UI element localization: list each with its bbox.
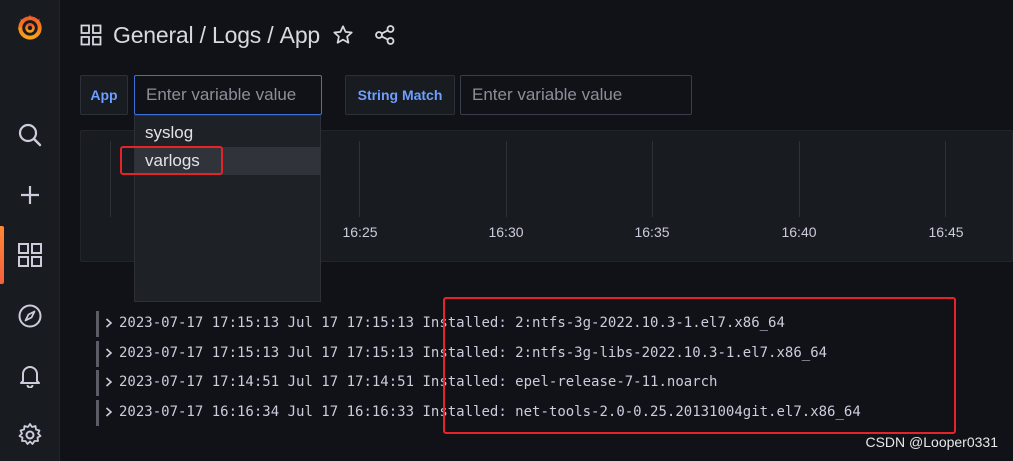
dropdown-option-syslog[interactable]: syslog: [135, 119, 321, 147]
chevron-right-icon[interactable]: [103, 374, 115, 390]
breadcrumb-separator: /: [261, 21, 280, 48]
x-tick-label: 16:40: [781, 224, 817, 240]
chevron-right-icon[interactable]: [103, 404, 115, 420]
highlight-box-option: [120, 146, 223, 175]
dashboards-icon[interactable]: [15, 240, 45, 270]
variable-label-string-match: String Match: [345, 75, 455, 115]
breadcrumb: General / Logs / App: [80, 18, 320, 52]
variable-input-app[interactable]: Enter variable value: [134, 75, 322, 115]
gridline: [359, 141, 360, 217]
log-timestamp: 2023-07-17 17:15:13: [119, 345, 280, 361]
star-button[interactable]: [330, 22, 356, 48]
star-icon: [333, 25, 353, 44]
x-tick-label: 16:30: [488, 224, 524, 240]
gridline: [652, 141, 653, 217]
alerting-bell-icon[interactable]: [15, 360, 45, 390]
log-timestamp: 2023-07-17 16:16:34: [119, 404, 280, 420]
log-level-bar: [96, 341, 99, 367]
log-syslog-time: Jul 17 17:15:13: [287, 315, 415, 331]
breadcrumb-separator: /: [193, 21, 213, 48]
sidebar: [0, 0, 60, 461]
plus-icon[interactable]: [15, 180, 45, 210]
search-icon[interactable]: [15, 120, 45, 150]
log-timestamp: 2023-07-17 17:14:51: [119, 374, 280, 390]
x-tick-label: 16:25: [342, 224, 378, 240]
gridline: [799, 141, 800, 217]
log-syslog-time: Jul 17 16:16:33: [287, 404, 415, 420]
log-timestamp: 2023-07-17 17:15:13: [119, 315, 280, 331]
variable-input-string-match[interactable]: Enter variable value: [460, 75, 692, 115]
highlight-box-log-messages: [443, 297, 956, 434]
configuration-gear-icon[interactable]: [15, 420, 45, 450]
dashboard-title[interactable]: App: [280, 22, 321, 49]
x-tick-label: 16:45: [928, 224, 964, 240]
gridline: [110, 141, 111, 217]
active-indicator: [0, 226, 4, 284]
log-syslog-time: Jul 17 17:14:51: [287, 374, 415, 390]
log-syslog-time: Jul 17 17:15:13: [287, 345, 415, 361]
dashboard-grid-icon: [80, 24, 102, 46]
share-button[interactable]: [372, 22, 398, 48]
log-level-bar: [96, 311, 99, 337]
gridline: [945, 141, 946, 217]
watermark: CSDN @Looper0331: [865, 434, 998, 450]
chevron-right-icon[interactable]: [103, 315, 115, 331]
variable-dropdown-menu: syslog varlogs: [134, 115, 321, 302]
breadcrumb-section[interactable]: Logs: [212, 22, 261, 49]
chevron-right-icon[interactable]: [103, 345, 115, 361]
log-level-bar: [96, 400, 99, 426]
share-icon: [375, 25, 395, 45]
grafana-logo[interactable]: [15, 12, 45, 42]
breadcrumb-folder[interactable]: General: [113, 22, 194, 49]
explore-compass-icon[interactable]: [15, 301, 45, 331]
variable-label-app: App: [80, 75, 128, 115]
x-tick-label: 16:35: [634, 224, 670, 240]
gridline: [506, 141, 507, 217]
log-level-bar: [96, 370, 99, 396]
